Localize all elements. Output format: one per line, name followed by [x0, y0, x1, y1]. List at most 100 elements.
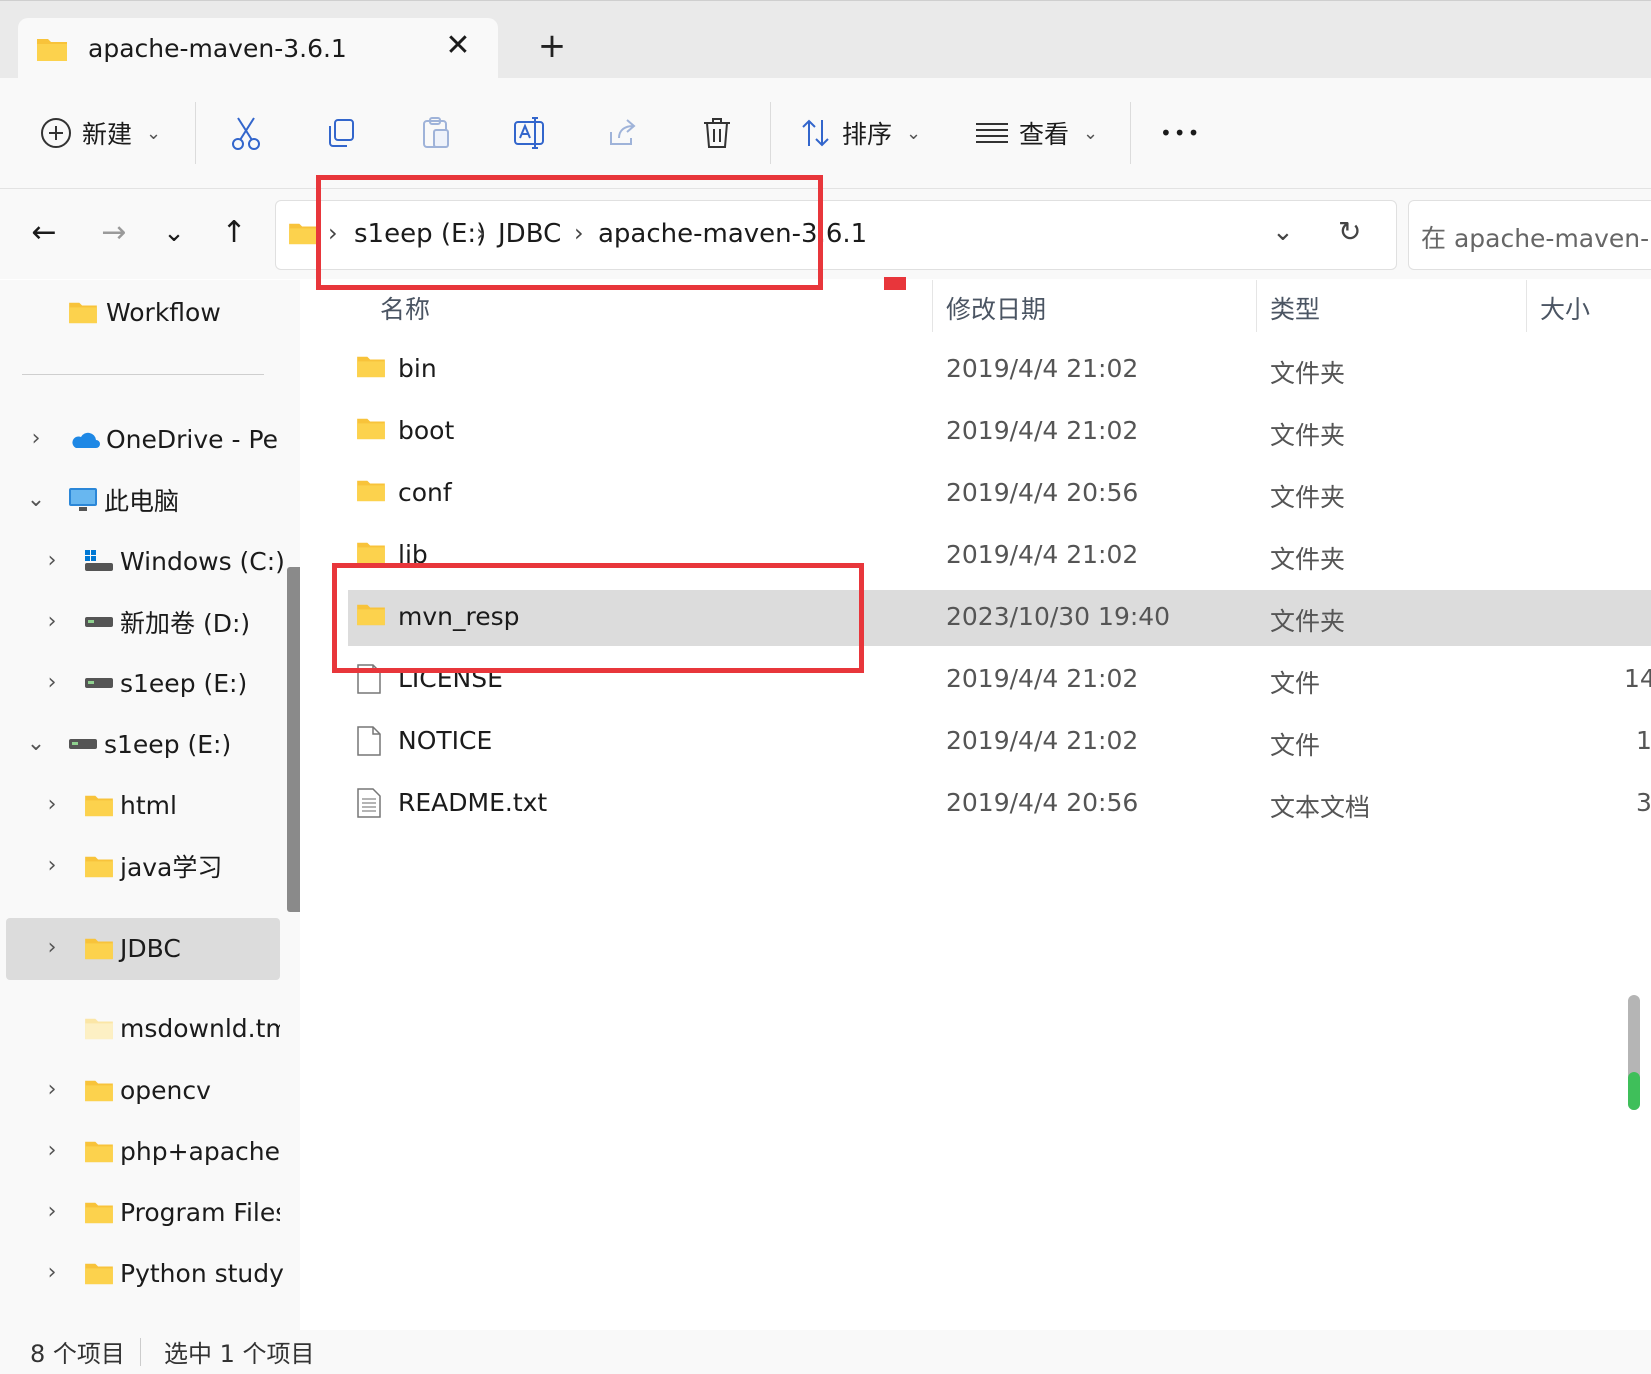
sidebar-item-program-files[interactable]: Program Files: [84, 1183, 280, 1241]
chevron-right-icon[interactable]: ›: [38, 1199, 66, 1224]
chevron-right-icon[interactable]: ›: [38, 1077, 66, 1102]
sidebar-item-java[interactable]: java学习: [84, 837, 222, 895]
annotation-box-mvn-resp: [332, 563, 864, 673]
sidebar-item-label: java学习: [120, 853, 223, 882]
sidebar-item-label: html: [120, 790, 177, 820]
file-type: 文件夹: [1270, 545, 1346, 574]
chevron-right-icon[interactable]: ›: [38, 548, 66, 573]
sidebar-item-label: 新加卷 (D:): [120, 609, 251, 638]
column-header-type[interactable]: 类型: [1270, 290, 1320, 326]
sidebar-item-drive-c[interactable]: Windows (C:): [84, 532, 285, 590]
windows-drive-icon: [84, 549, 114, 573]
folder-icon: [356, 416, 386, 440]
sidebar-item-drive-d[interactable]: 新加卷 (D:): [84, 593, 250, 651]
sidebar-item-php-apache[interactable]: php+apache: [84, 1122, 280, 1180]
text-document-icon: [356, 788, 382, 818]
table-row[interactable]: README.txt 2019/4/4 20:56 文本文档 3: [348, 776, 1651, 832]
table-row[interactable]: conf 2019/4/4 20:56 文件夹: [348, 466, 1651, 522]
chevron-right-icon[interactable]: ›: [38, 853, 66, 878]
search-input[interactable]: 在 apache-maven-3.: [1408, 200, 1651, 270]
sidebar-item-label: Python study: [120, 1258, 284, 1288]
chevron-down-icon: ⌄: [1083, 122, 1099, 144]
table-row[interactable]: NOTICE 2019/4/4 21:02 文件 1: [348, 714, 1651, 770]
folder-icon: [356, 478, 386, 502]
command-bar: 新建 ⌄ 排序 ⌄ 查看 ⌄ •••: [0, 78, 1651, 189]
chevron-down-icon[interactable]: ⌄: [22, 731, 50, 756]
chevron-right-icon[interactable]: ›: [38, 609, 66, 634]
sidebar-item-label: opencv: [120, 1075, 211, 1105]
chevron-down-icon[interactable]: ⌄: [22, 487, 50, 512]
share-button[interactable]: [607, 106, 639, 160]
tab-active[interactable]: apache-maven-3.6.1 ✕: [18, 18, 498, 80]
rename-icon: [513, 116, 547, 150]
sidebar-item-label: php+apache: [120, 1136, 281, 1166]
recent-locations-chevron-icon[interactable]: ⌄: [150, 209, 198, 257]
close-icon[interactable]: ✕: [438, 26, 478, 66]
sidebar-item-onedrive[interactable]: OneDrive - Per: [68, 410, 278, 468]
forward-arrow-icon[interactable]: →: [90, 209, 138, 257]
plus-circle-icon: [40, 117, 72, 149]
file-type: 文件夹: [1270, 483, 1346, 512]
up-arrow-icon[interactable]: ↑: [210, 209, 258, 257]
sidebar-item-this-pc[interactable]: 此电脑: [68, 471, 179, 529]
sidebar-item-label: 此电脑: [104, 487, 180, 516]
sidebar-item-html[interactable]: html: [84, 776, 177, 834]
column-header-date[interactable]: 修改日期: [946, 290, 1046, 326]
selection-count: 选中 1 个项目: [164, 1340, 315, 1368]
sidebar-item-msdownld[interactable]: msdownld.tm: [84, 999, 280, 1057]
chevron-right-icon[interactable]: ›: [38, 792, 66, 817]
cut-button[interactable]: [230, 106, 262, 160]
chevron-right-icon[interactable]: ›: [38, 1260, 66, 1285]
new-button[interactable]: 新建 ⌄: [40, 106, 161, 160]
sidebar-item-python-study[interactable]: Python study: [84, 1244, 284, 1302]
folder-icon: [68, 300, 98, 324]
file-date: 2019/4/4 21:02: [946, 540, 1139, 569]
view-button[interactable]: 查看 ⌄: [975, 106, 1098, 160]
chevron-right-icon[interactable]: ›: [22, 426, 50, 451]
address-history-chevron-icon[interactable]: ⌄: [1272, 217, 1294, 247]
file-type: 文件: [1270, 731, 1321, 760]
column-header-name[interactable]: 名称: [380, 290, 430, 326]
file-name: NOTICE: [398, 726, 493, 755]
refresh-icon[interactable]: ↻: [1338, 215, 1361, 248]
column-header-size[interactable]: 大小: [1540, 290, 1590, 326]
status-bar: 8 个项目 选中 1 个项目: [0, 1330, 1651, 1374]
search-placeholder: 在 apache-maven-3.: [1421, 224, 1651, 253]
sidebar-item-jdbc[interactable]: JDBC: [84, 919, 181, 977]
file-name: README.txt: [398, 788, 548, 817]
new-tab-button[interactable]: +: [532, 26, 572, 66]
sidebar-item-workflow[interactable]: Workflow: [68, 283, 221, 341]
sidebar-item-label: Windows (C:): [120, 546, 285, 576]
column-divider: [1526, 280, 1527, 332]
paste-button[interactable]: [420, 106, 452, 160]
folder-icon: [84, 1261, 114, 1285]
chevron-right-icon[interactable]: ›: [38, 1138, 66, 1163]
copy-button[interactable]: [325, 106, 357, 160]
chevron-right-icon[interactable]: ›: [38, 670, 66, 695]
toolbar-divider: [1130, 102, 1131, 164]
chevron-down-icon: ⌄: [146, 122, 162, 144]
table-row[interactable]: bin 2019/4/4 21:02 文件夹: [348, 342, 1651, 398]
scrollbar-accent: [1628, 1072, 1640, 1110]
table-row[interactable]: boot 2019/4/4 21:02 文件夹: [348, 404, 1651, 460]
sidebar-item-opencv[interactable]: opencv: [84, 1061, 211, 1119]
chevron-right-icon[interactable]: ›: [38, 935, 66, 960]
file-date: 2023/10/30 19:40: [946, 602, 1171, 631]
sort-button[interactable]: 排序 ⌄: [800, 106, 921, 160]
back-arrow-icon[interactable]: ←: [20, 209, 68, 257]
delete-button[interactable]: [702, 106, 732, 160]
file-date: 2019/4/4 21:02: [946, 416, 1139, 445]
sidebar-item-label: OneDrive - Per: [106, 424, 278, 454]
rename-button[interactable]: [513, 106, 547, 160]
new-label: 新建: [82, 120, 133, 149]
sidebar-item-label: s1eep (E:): [120, 668, 248, 698]
sidebar-item-drive-e-expanded[interactable]: s1eep (E:): [68, 715, 231, 773]
drive-icon: [68, 737, 98, 751]
more-options-button[interactable]: •••: [1160, 106, 1201, 160]
annotation-marker: [884, 277, 906, 290]
copy-icon: [325, 117, 357, 149]
scissors-icon: [230, 116, 262, 150]
sidebar-item-drive-e[interactable]: s1eep (E:): [84, 654, 247, 712]
folder-icon: [356, 540, 386, 564]
folder-icon: [356, 354, 386, 378]
